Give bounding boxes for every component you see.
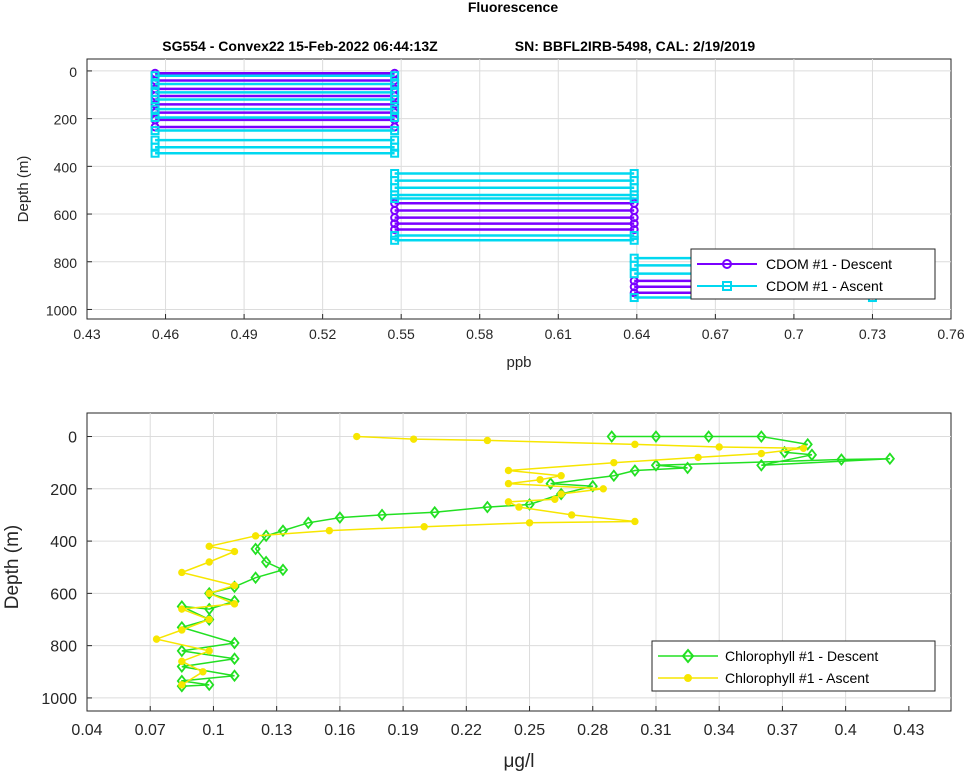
chlorophyll-x-tick-label: 0.1 bbox=[202, 722, 224, 739]
cdom-x-tick-label: 0.58 bbox=[466, 326, 493, 342]
chlorophyll-x-tick-label: 0.28 bbox=[577, 722, 608, 739]
chlorophyll-data-point bbox=[178, 681, 186, 689]
figure-title: Fluorescence bbox=[468, 0, 558, 15]
chlorophyll-x-tick-label: 0.04 bbox=[71, 722, 102, 739]
chlorophyll-x-tick-label: 0.31 bbox=[640, 722, 671, 739]
cdom-y-tick-label: 600 bbox=[54, 207, 78, 223]
chlorophyll-data-point bbox=[599, 485, 607, 493]
chlorophyll-data-point bbox=[251, 532, 260, 540]
chlorophyll-data-point bbox=[178, 568, 186, 577]
chlorophyll-data-point bbox=[567, 511, 576, 519]
figure-subtitle-right: SN: BBFL2IRB-5498, CAL: 2/19/2019 bbox=[515, 38, 756, 54]
chlorophyll-plot: 0.04 0.07 0.1 0.13 0.16 0.19 0.22 0.25 0.28 0.31 0… bbox=[2, 412, 952, 772]
chlorophyll-x-tick-label: 0.4 bbox=[835, 722, 857, 739]
cdom-x-tick-label: 0.76 bbox=[937, 326, 964, 342]
chlorophyll-x-axis-label: μg/l bbox=[503, 751, 534, 772]
cdom-x-tick-label: 0.55 bbox=[388, 326, 415, 342]
cdom-y-tick-label: 800 bbox=[54, 255, 78, 271]
cdom-y-axis-label: Depth (m) bbox=[15, 156, 32, 223]
chlorophyll-x-tick-label: 0.22 bbox=[451, 722, 482, 739]
chlorophyll-data-point bbox=[152, 635, 161, 643]
chlorophyll-data-point bbox=[557, 472, 565, 480]
cdom-x-tick-label: 0.61 bbox=[545, 326, 572, 342]
cdom-plot: 0.43 0.46 0.49 0.52 0.55 0.58 0.61 0.64 0.67 0.7 0… bbox=[15, 58, 965, 371]
cdom-x-tick-label: 0.64 bbox=[623, 326, 650, 342]
chlorophyll-x-tick-label: 0.13 bbox=[261, 722, 292, 739]
chlorophyll-x-tick-label: 0.43 bbox=[893, 722, 924, 739]
cdom-x-tick-label: 0.46 bbox=[152, 326, 179, 342]
cdom-x-tick-label: 0.73 bbox=[859, 326, 886, 342]
chlorophyll-data-point bbox=[525, 519, 534, 527]
chlorophyll-x-tick-label: 0.16 bbox=[324, 722, 355, 739]
cdom-legend: CDOM #1 - Descent CDOM #1 - Ascent bbox=[690, 248, 936, 300]
chlorophyll-x-tick-label: 0.19 bbox=[388, 722, 419, 739]
chlorophyll-data-point bbox=[715, 443, 723, 451]
chlorophyll-x-tick-label: 0.37 bbox=[767, 722, 798, 739]
chlorophyll-data-point bbox=[610, 458, 618, 467]
cdom-x-axis-label: ppb bbox=[506, 354, 531, 371]
cdom-y-tick-label: 1000 bbox=[46, 302, 77, 318]
chlorophyll-y-tick-label: 800 bbox=[50, 639, 77, 656]
chlorophyll-data-point bbox=[483, 436, 492, 445]
chlorophyll-data-point bbox=[178, 605, 186, 613]
chlorophyll-data-point bbox=[205, 558, 213, 566]
chlorophyll-data-point bbox=[230, 581, 239, 590]
chlorophyll-data-point bbox=[230, 547, 239, 556]
chlorophyll-y-tick-label: 200 bbox=[50, 482, 77, 499]
chlorophyll-data-point bbox=[504, 498, 513, 506]
chlorophyll-y-ticks: 0 200 400 600 800 1000 bbox=[41, 430, 92, 708]
chlorophyll-x-tick-label: 0.25 bbox=[514, 722, 545, 739]
figure-canvas: Fluorescence SG554 - Convex22 15-Feb-202… bbox=[2, 0, 965, 772]
cdom-x-tick-label: 0.43 bbox=[73, 326, 100, 342]
chlorophyll-data-point bbox=[757, 449, 766, 458]
cdom-y-tick-label: 400 bbox=[54, 159, 78, 175]
chlorophyll-data-point bbox=[551, 495, 559, 503]
chlorophyll-data-point bbox=[504, 466, 513, 475]
chlorophyll-data-point bbox=[230, 600, 239, 608]
cdom-y-ticks: 0 200 400 600 800 1000 bbox=[46, 64, 92, 318]
cdom-legend-label-ascent: CDOM #1 - Ascent bbox=[766, 278, 883, 294]
chlorophyll-data-point bbox=[631, 440, 639, 449]
chlorophyll-data-point bbox=[178, 657, 186, 666]
chlorophyll-data-point bbox=[199, 668, 207, 676]
chlorophyll-data-point bbox=[515, 503, 523, 511]
chlorophyll-y-tick-label: 1000 bbox=[41, 691, 77, 708]
cdom-x-tick-label: 0.67 bbox=[702, 326, 729, 342]
chlorophyll-x-tick-label: 0.07 bbox=[135, 722, 166, 739]
chlorophyll-y-axis-label: Depth (m) bbox=[2, 525, 23, 609]
figure-subtitle-left: SG554 - Convex22 15-Feb-2022 06:44:13Z bbox=[162, 38, 438, 54]
chlorophyll-data-point bbox=[504, 479, 513, 488]
chlorophyll-data-point bbox=[799, 444, 808, 452]
chlorophyll-legend-marker-ascent bbox=[684, 674, 692, 682]
chlorophyll-legend-label-descent: Chlorophyll #1 - Descent bbox=[725, 648, 878, 664]
chlorophyll-data-point bbox=[205, 542, 213, 551]
chlorophyll-y-tick-label: 600 bbox=[50, 586, 77, 603]
cdom-x-tick-label: 0.49 bbox=[230, 326, 257, 342]
chlorophyll-data-point bbox=[205, 589, 213, 598]
cdom-x-tick-label: 0.52 bbox=[309, 326, 336, 342]
chlorophyll-data-point bbox=[536, 475, 544, 484]
chlorophyll-data-point bbox=[178, 626, 186, 634]
chlorophyll-data-point bbox=[325, 526, 334, 535]
chlorophyll-data-point bbox=[420, 523, 428, 531]
cdom-x-tick-label: 0.7 bbox=[784, 326, 804, 342]
chlorophyll-data-point bbox=[631, 517, 639, 526]
chlorophyll-y-tick-label: 0 bbox=[68, 430, 77, 447]
chlorophyll-data-point bbox=[557, 490, 565, 498]
chlorophyll-y-tick-label: 400 bbox=[50, 534, 77, 551]
chlorophyll-legend-label-ascent: Chlorophyll #1 - Ascent bbox=[725, 670, 869, 686]
chlorophyll-data-point bbox=[205, 615, 213, 624]
cdom-y-tick-label: 200 bbox=[54, 112, 78, 128]
chlorophyll-x-tick-label: 0.34 bbox=[704, 722, 735, 739]
chlorophyll-data-point bbox=[205, 647, 213, 655]
cdom-legend-label-descent: CDOM #1 - Descent bbox=[766, 256, 892, 272]
chlorophyll-data-point bbox=[694, 453, 702, 462]
chlorophyll-data-point bbox=[353, 432, 361, 441]
chlorophyll-legend: Chlorophyll #1 - Descent Chlorophyll #1 … bbox=[651, 640, 936, 692]
cdom-y-tick-label: 0 bbox=[69, 64, 77, 80]
chlorophyll-data-point bbox=[409, 435, 418, 443]
